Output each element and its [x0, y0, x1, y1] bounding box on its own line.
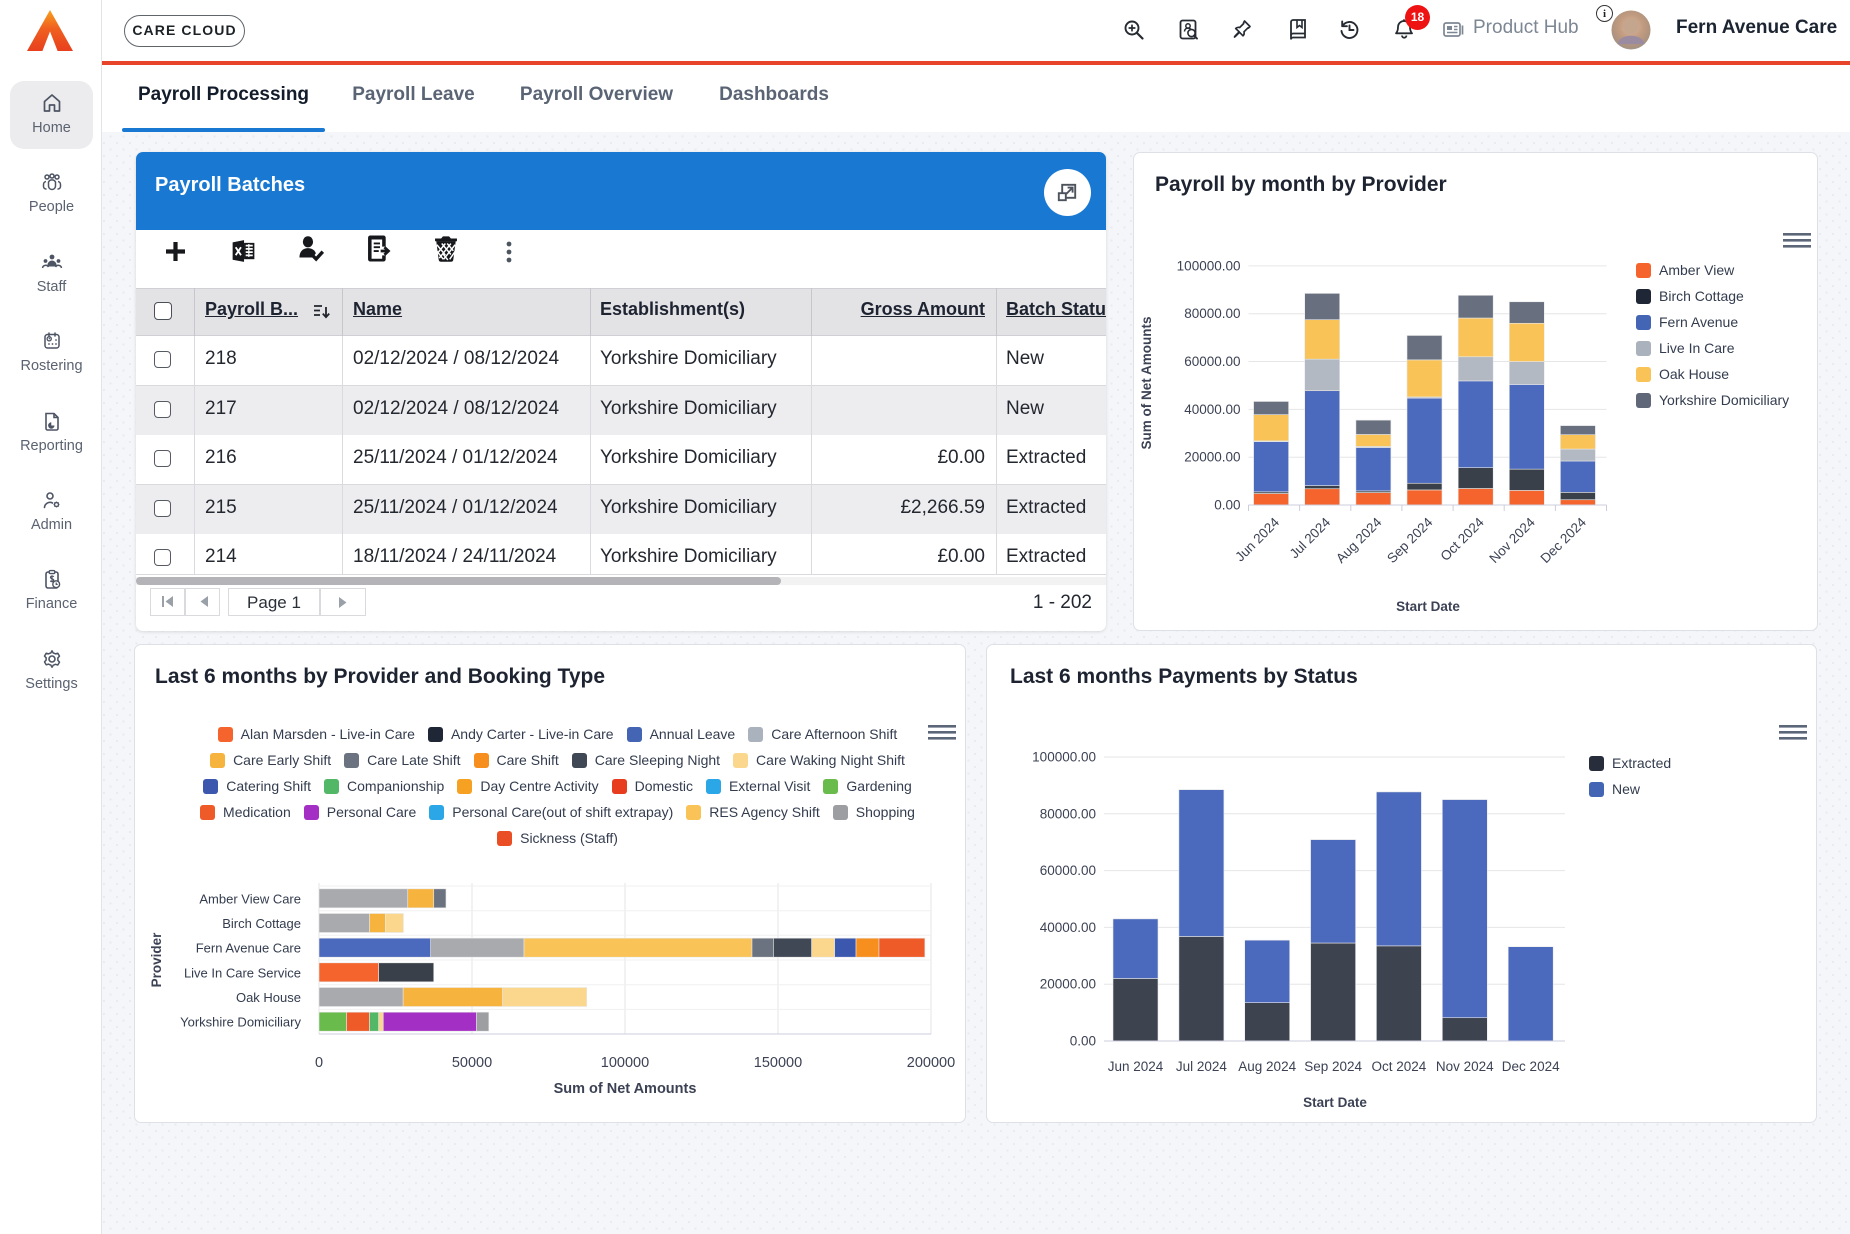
svg-text:Yorkshire Domiciliary: Yorkshire Domiciliary: [1659, 392, 1789, 408]
svg-text:Birch Cottage: Birch Cottage: [222, 916, 301, 931]
svg-text:0: 0: [315, 1055, 323, 1071]
svg-text:Sep 2024: Sep 2024: [1384, 514, 1436, 566]
svg-text:Dec 2024: Dec 2024: [1538, 514, 1590, 566]
svg-text:Sum of Net Amounts: Sum of Net Amounts: [1139, 317, 1154, 450]
svg-text:Oct 2024: Oct 2024: [1437, 514, 1487, 564]
svg-text:Dec 2024: Dec 2024: [1502, 1059, 1560, 1074]
svg-text:Birch Cottage: Birch Cottage: [1659, 288, 1744, 304]
svg-text:40000.00: 40000.00: [1184, 402, 1240, 417]
svg-text:Oak House: Oak House: [1659, 366, 1729, 382]
svg-text:100000: 100000: [601, 1055, 649, 1071]
svg-text:20000.00: 20000.00: [1184, 450, 1240, 465]
svg-text:100000.00: 100000.00: [1032, 750, 1096, 765]
svg-text:Oct 2024: Oct 2024: [1372, 1059, 1427, 1074]
svg-text:40000.00: 40000.00: [1040, 920, 1096, 935]
svg-text:0.00: 0.00: [1214, 498, 1240, 513]
svg-text:Start Date: Start Date: [1396, 599, 1460, 614]
svg-text:Start Date: Start Date: [1303, 1095, 1367, 1110]
svg-text:Amber View: Amber View: [1659, 262, 1735, 278]
svg-text:50000: 50000: [452, 1055, 492, 1071]
svg-text:Nov 2024: Nov 2024: [1436, 1059, 1494, 1074]
svg-text:200000: 200000: [907, 1055, 955, 1071]
svg-text:Jun 2024: Jun 2024: [1232, 514, 1282, 564]
svg-text:Sep 2024: Sep 2024: [1304, 1059, 1362, 1074]
svg-text:Amber View Care: Amber View Care: [199, 891, 301, 906]
svg-text:80000.00: 80000.00: [1040, 806, 1096, 821]
svg-text:100000.00: 100000.00: [1177, 258, 1241, 273]
svg-text:Jul 2024: Jul 2024: [1176, 1059, 1228, 1074]
svg-text:60000.00: 60000.00: [1184, 354, 1240, 369]
svg-text:Jun 2024: Jun 2024: [1108, 1059, 1164, 1074]
svg-text:Sum of Net Amounts: Sum of Net Amounts: [554, 1081, 697, 1097]
svg-text:Aug 2024: Aug 2024: [1238, 1059, 1296, 1074]
svg-text:60000.00: 60000.00: [1040, 863, 1096, 878]
svg-text:New: New: [1612, 781, 1641, 797]
svg-text:Aug 2024: Aug 2024: [1333, 514, 1385, 566]
svg-text:80000.00: 80000.00: [1184, 306, 1240, 321]
svg-text:Yorkshire Domiciliary: Yorkshire Domiciliary: [180, 1015, 301, 1030]
svg-text:150000: 150000: [754, 1055, 802, 1071]
svg-text:Live In Care: Live In Care: [1659, 340, 1735, 356]
svg-text:20000.00: 20000.00: [1040, 977, 1096, 992]
svg-text:Provider: Provider: [149, 932, 164, 988]
svg-text:Extracted: Extracted: [1612, 755, 1671, 771]
svg-text:0.00: 0.00: [1070, 1034, 1096, 1049]
svg-text:Fern Avenue: Fern Avenue: [1659, 314, 1738, 330]
svg-text:Jul 2024: Jul 2024: [1287, 514, 1334, 561]
svg-text:Oak House: Oak House: [236, 990, 301, 1005]
svg-text:Fern Avenue Care: Fern Avenue Care: [196, 941, 301, 956]
svg-text:Live In Care Service: Live In Care Service: [184, 965, 301, 980]
svg-text:Nov 2024: Nov 2024: [1486, 514, 1538, 566]
